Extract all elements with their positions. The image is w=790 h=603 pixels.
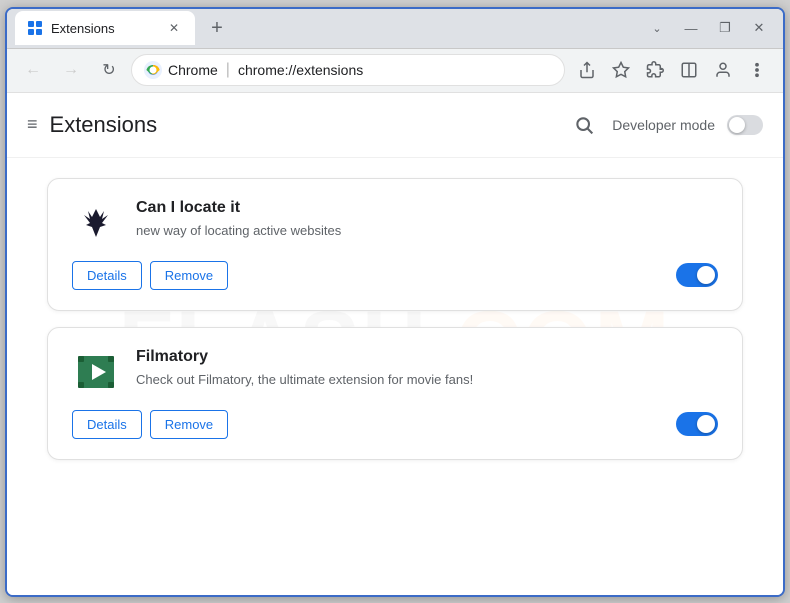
extensions-button[interactable]: [639, 54, 671, 86]
filmatory-toggle-thumb: [697, 415, 715, 433]
navigation-bar: ← → ↻ Chrome | chrome://extensions: [7, 49, 783, 93]
browser-name-text: Chrome: [168, 62, 218, 78]
filmatory-actions: Details Remove: [72, 410, 718, 439]
filmatory-name: Filmatory: [136, 348, 718, 366]
extension-card-can-locate-it: Can I locate it new way of locating acti…: [47, 178, 743, 311]
address-bar[interactable]: Chrome | chrome://extensions: [131, 54, 565, 86]
window-controls: ⌄ — ❐ ✕: [641, 14, 775, 42]
hamburger-menu-icon[interactable]: ≡: [27, 114, 38, 135]
extensions-header: ≡ Extensions Developer mode: [7, 93, 783, 158]
page-content: FLASH.COM ≡ Extensions Developer mode: [7, 93, 783, 595]
developer-mode-label: Developer mode: [612, 117, 715, 133]
can-locate-it-toggle-wrap: [676, 263, 718, 287]
forward-button[interactable]: →: [55, 54, 87, 86]
can-locate-it-toggle-thumb: [697, 266, 715, 284]
new-tab-button[interactable]: +: [203, 14, 231, 42]
extension-top-can-locate-it: Can I locate it new way of locating acti…: [72, 199, 718, 247]
can-locate-it-info: Can I locate it new way of locating acti…: [136, 199, 718, 241]
can-locate-it-actions: Details Remove: [72, 261, 718, 290]
back-button[interactable]: ←: [17, 54, 49, 86]
browser-logo-wrap: Chrome: [144, 61, 218, 79]
can-locate-it-icon: [72, 199, 120, 247]
filmatory-desc: Check out Filmatory, the ultimate extens…: [136, 370, 718, 390]
toggle-thumb: [729, 117, 745, 133]
window-maximize-button[interactable]: ❐: [709, 14, 741, 42]
share-button[interactable]: [571, 54, 603, 86]
chrome-logo-icon: [144, 61, 162, 79]
window-dropdown-icon: ⌄: [641, 14, 673, 42]
title-bar: Extensions ✕ + ⌄ — ❐ ✕: [7, 9, 783, 49]
tab-close-button[interactable]: ✕: [165, 19, 183, 37]
profile-button[interactable]: [707, 54, 739, 86]
can-locate-it-details-button[interactable]: Details: [72, 261, 142, 290]
extension-card-filmatory: Filmatory Check out Filmatory, the ultim…: [47, 327, 743, 460]
browser-window: Extensions ✕ + ⌄ — ❐ ✕ ← → ↻: [5, 7, 785, 597]
window-minimize-button[interactable]: —: [675, 14, 707, 42]
filmatory-toggle-wrap: [676, 412, 718, 436]
can-locate-it-toggle[interactable]: [676, 263, 718, 287]
address-divider: |: [226, 61, 230, 79]
tab-label: Extensions: [51, 21, 157, 36]
active-tab[interactable]: Extensions ✕: [15, 11, 195, 45]
developer-mode-toggle[interactable]: [727, 115, 763, 135]
page-title: Extensions: [50, 112, 158, 138]
extension-top-filmatory: Filmatory Check out Filmatory, the ultim…: [72, 348, 718, 396]
filmatory-icon: [72, 348, 120, 396]
split-view-button[interactable]: [673, 54, 705, 86]
tab-extension-icon: [27, 20, 43, 36]
filmatory-toggle[interactable]: [676, 412, 718, 436]
header-right-controls: Developer mode: [568, 109, 763, 141]
filmatory-info: Filmatory Check out Filmatory, the ultim…: [136, 348, 718, 390]
bookmark-button[interactable]: [605, 54, 637, 86]
filmatory-details-button[interactable]: Details: [72, 410, 142, 439]
extensions-list: Can I locate it new way of locating acti…: [7, 158, 783, 480]
can-locate-it-desc: new way of locating active websites: [136, 221, 718, 241]
search-extensions-button[interactable]: [568, 109, 600, 141]
window-close-button[interactable]: ✕: [743, 14, 775, 42]
can-locate-it-name: Can I locate it: [136, 199, 718, 217]
can-locate-it-remove-button[interactable]: Remove: [150, 261, 228, 290]
nav-action-buttons: [571, 54, 773, 86]
chrome-menu-button[interactable]: [741, 54, 773, 86]
filmatory-remove-button[interactable]: Remove: [150, 410, 228, 439]
refresh-button[interactable]: ↻: [93, 54, 125, 86]
address-text: chrome://extensions: [238, 62, 363, 78]
